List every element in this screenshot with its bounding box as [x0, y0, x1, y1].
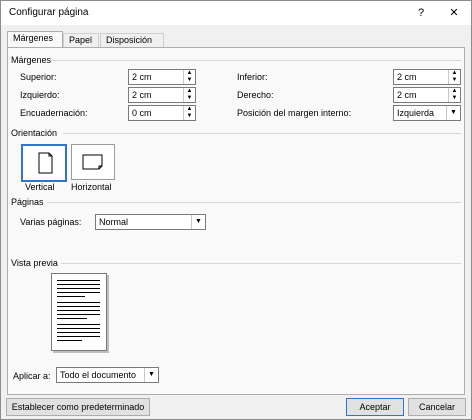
superior-up-button[interactable]: ▲	[184, 70, 195, 77]
preview-text-line	[57, 332, 100, 333]
varias-paginas-select[interactable]: Normal ▼	[95, 214, 206, 230]
preview-text-line	[57, 314, 100, 315]
section-divider	[63, 133, 461, 134]
varias-paginas-label: Varias páginas:	[20, 217, 82, 227]
posicion-label: Posición del margen interno:	[237, 108, 352, 118]
accept-button[interactable]: Aceptar	[346, 398, 404, 416]
vertical-label: Vertical	[25, 182, 55, 192]
aplicar-value: Todo el documento	[60, 370, 137, 380]
preview-text-line	[57, 302, 100, 303]
encuadernacion-down-button[interactable]: ▼	[184, 113, 195, 120]
chevron-down-icon: ▼	[144, 368, 158, 382]
title-bar: Configurar página ? ✕	[1, 1, 471, 25]
posicion-value: Izquierda	[397, 108, 435, 118]
section-divider	[51, 60, 461, 61]
derecho-value: 2 cm	[397, 90, 417, 100]
aplicar-select[interactable]: Todo el documento ▼	[56, 367, 159, 383]
posicion-select[interactable]: Izquierda ▼	[393, 105, 461, 121]
preview-text-line	[57, 296, 85, 297]
section-margenes: Márgenes	[11, 55, 52, 65]
izquierdo-label: Izquierdo:	[20, 90, 60, 100]
tab-papel[interactable]: Papel	[63, 33, 99, 47]
inferior-up-button[interactable]: ▲	[449, 70, 460, 77]
section-orientacion: Orientación	[11, 128, 58, 138]
section-divider	[47, 202, 461, 203]
derecho-up-button[interactable]: ▲	[449, 88, 460, 95]
chevron-down-icon: ▼	[191, 215, 205, 229]
preview-text-line	[57, 340, 82, 341]
encuadernacion-spinner[interactable]: 0 cm ▲ ▼	[128, 105, 196, 121]
preview-text-line	[57, 284, 100, 285]
vertical-orientation-button[interactable]	[21, 144, 67, 182]
inferior-spinner[interactable]: 2 cm ▲ ▼	[393, 69, 461, 85]
superior-label: Superior:	[20, 72, 57, 82]
section-vista-previa: Vista previa	[11, 258, 58, 268]
chevron-down-icon: ▼	[446, 106, 460, 120]
preview-text-line	[57, 310, 100, 311]
preview-text-line	[57, 306, 100, 307]
encuadernacion-label: Encuadernación:	[20, 108, 88, 118]
derecho-down-button[interactable]: ▼	[449, 95, 460, 102]
superior-spinner[interactable]: 2 cm ▲ ▼	[128, 69, 196, 85]
preview-text-line	[57, 328, 100, 329]
horizontal-label: Horizontal	[71, 182, 112, 192]
aplicar-label: Aplicar a:	[13, 371, 51, 381]
encuadernacion-up-button[interactable]: ▲	[184, 106, 195, 113]
portrait-page-icon	[38, 152, 53, 174]
close-button[interactable]: ✕	[446, 5, 462, 21]
page-preview	[51, 273, 107, 351]
preview-text-line	[57, 336, 100, 337]
help-button[interactable]: ?	[413, 5, 429, 21]
tab-margenes[interactable]: Márgenes	[7, 31, 63, 47]
superior-value: 2 cm	[132, 72, 152, 82]
izquierdo-value: 2 cm	[132, 90, 152, 100]
inferior-down-button[interactable]: ▼	[449, 77, 460, 84]
set-default-button[interactable]: Establecer como predeterminado	[6, 398, 150, 416]
inferior-label: Inferior:	[237, 72, 268, 82]
izquierdo-down-button[interactable]: ▼	[184, 95, 195, 102]
section-divider	[61, 263, 461, 264]
dialog-title: Configurar página	[9, 7, 89, 18]
encuadernacion-value: 0 cm	[132, 108, 152, 118]
horizontal-orientation-button[interactable]	[71, 144, 115, 180]
izquierdo-spinner[interactable]: 2 cm ▲ ▼	[128, 87, 196, 103]
inferior-value: 2 cm	[397, 72, 417, 82]
preview-text-line	[57, 292, 100, 293]
preview-text-line	[57, 324, 100, 325]
page-setup-dialog: Configurar página ? ✕ Márgenes Papel Dis…	[0, 0, 472, 420]
superior-down-button[interactable]: ▼	[184, 77, 195, 84]
preview-text-line	[57, 318, 87, 319]
section-paginas: Páginas	[11, 197, 44, 207]
derecho-spinner[interactable]: 2 cm ▲ ▼	[393, 87, 461, 103]
preview-text-line	[57, 288, 100, 289]
varias-paginas-value: Normal	[99, 217, 129, 227]
tab-disposicion[interactable]: Disposición	[100, 33, 164, 47]
preview-text-line	[57, 280, 100, 281]
derecho-label: Derecho:	[237, 90, 274, 100]
cancel-button[interactable]: Cancelar	[408, 398, 466, 416]
landscape-page-icon	[82, 154, 103, 170]
izquierdo-up-button[interactable]: ▲	[184, 88, 195, 95]
